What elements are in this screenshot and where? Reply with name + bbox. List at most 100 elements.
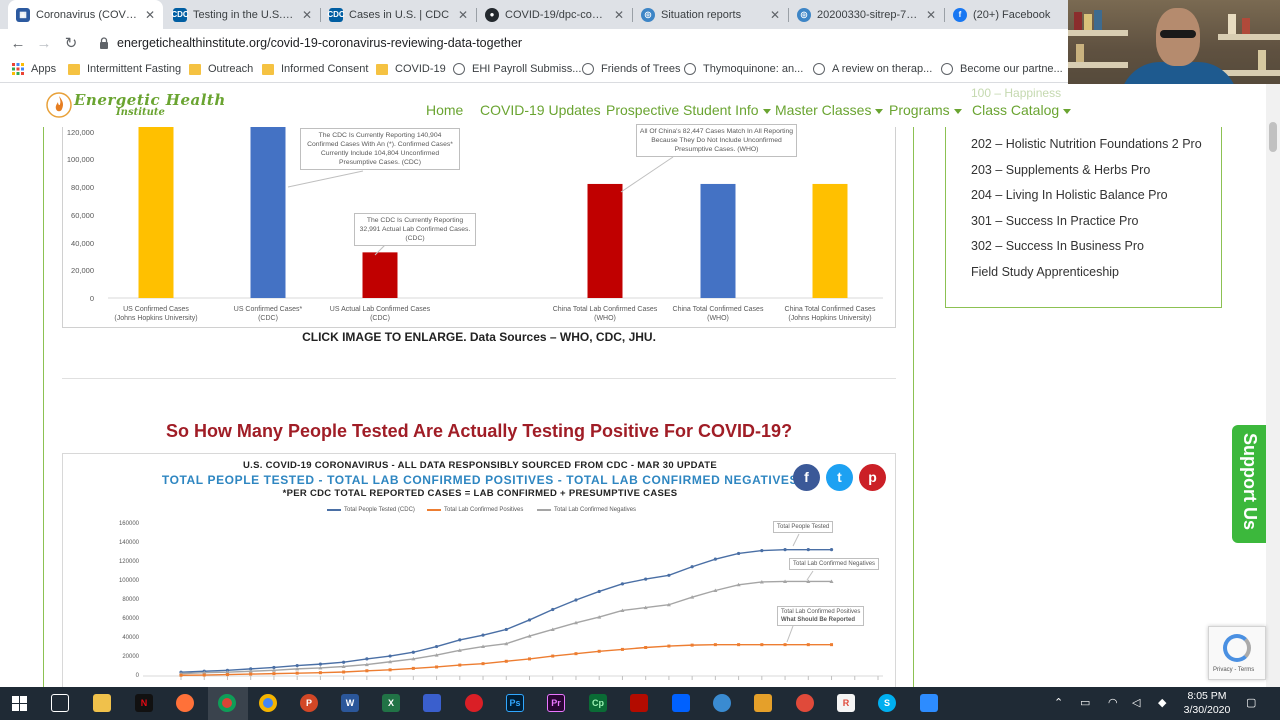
browser-tab-5[interactable]: ◎ 20200330-sitrep-70-co ✕ bbox=[789, 0, 944, 29]
sidebar-item-202[interactable]: 202 – Holistic Nutrition Foundations 2 P… bbox=[971, 137, 1202, 151]
dropbox-icon[interactable] bbox=[672, 694, 690, 712]
bookmark-informed-consent[interactable]: Informed Consent bbox=[262, 63, 368, 75]
nav-home[interactable]: Home bbox=[426, 102, 463, 118]
sidebar-item-faded[interactable]: 100 – Happiness bbox=[971, 86, 1061, 100]
close-tab-icon[interactable]: ✕ bbox=[302, 8, 312, 22]
support-us-button[interactable]: Support Us bbox=[1232, 425, 1266, 543]
volume-icon[interactable]: ◁ bbox=[1132, 696, 1140, 709]
x-category-label: China Total Confirmed Cases (Johns Hopki… bbox=[775, 305, 885, 323]
close-tab-icon[interactable]: ✕ bbox=[145, 8, 155, 22]
chrome-icon[interactable] bbox=[218, 694, 236, 712]
bar bbox=[812, 183, 848, 298]
close-tab-icon[interactable]: ✕ bbox=[926, 8, 936, 22]
data-point bbox=[829, 548, 834, 552]
app-icon[interactable] bbox=[796, 694, 814, 712]
bookmark-become-partner[interactable]: Become our partne... bbox=[941, 63, 1063, 75]
forward-arrow-icon[interactable]: → bbox=[34, 34, 54, 54]
bookmark-outreach[interactable]: Outreach bbox=[189, 63, 253, 75]
close-tab-icon[interactable]: ✕ bbox=[770, 8, 780, 22]
creative-cloud-icon[interactable] bbox=[465, 694, 483, 712]
browser-tab-1[interactable]: CDC Testing in the U.S. | CD ✕ bbox=[165, 0, 320, 29]
chevron-up-icon[interactable]: ⌃ bbox=[1054, 696, 1063, 709]
netflix-icon[interactable]: N bbox=[135, 694, 153, 712]
bookmark-label: Informed Consent bbox=[281, 63, 369, 75]
tab-title: 20200330-sitrep-70-co bbox=[817, 8, 920, 21]
nav-covid-updates[interactable]: COVID-19 Updates bbox=[480, 102, 601, 118]
word-icon[interactable]: W bbox=[341, 694, 359, 712]
who-icon: ◎ bbox=[641, 7, 655, 22]
bookmark-apps[interactable]: Apps bbox=[12, 63, 56, 75]
section-heading: So How Many People Tested Are Actually T… bbox=[165, 421, 793, 441]
annotation-pointer bbox=[786, 625, 794, 643]
app-icon[interactable] bbox=[423, 694, 441, 712]
app-icon[interactable]: R bbox=[837, 694, 855, 712]
sidebar-item-302[interactable]: 302 – Success In Business Pro bbox=[971, 239, 1144, 253]
captivate-icon[interactable]: Cp bbox=[589, 694, 607, 712]
back-arrow-icon[interactable]: ← bbox=[8, 34, 28, 54]
line-chart-image[interactable]: U.S. COVID-19 CORONAVIRUS - ALL DATA RES… bbox=[62, 453, 896, 693]
file-explorer-icon[interactable] bbox=[93, 694, 111, 712]
chrome-icon[interactable] bbox=[259, 694, 277, 712]
y-tick-label: 80,000 bbox=[71, 183, 94, 192]
close-tab-icon[interactable]: ✕ bbox=[458, 8, 468, 22]
browser-tab-0[interactable]: ▦ Coronavirus (COVID-19 ✕ bbox=[8, 0, 163, 29]
skype-icon[interactable]: S bbox=[878, 694, 896, 712]
bookmark-thymoquinone[interactable]: Thymoquinone: an... bbox=[684, 63, 803, 75]
chart-callout: All Of China's 82,447 Cases Match In All… bbox=[636, 124, 797, 157]
browser-tab-6[interactable]: f (20+) Facebook bbox=[945, 0, 1067, 29]
nav-programs[interactable]: Programs bbox=[889, 102, 962, 118]
sidebar-item-203[interactable]: 203 – Supplements & Herbs Pro bbox=[971, 163, 1150, 177]
powerpoint-icon[interactable]: P bbox=[300, 694, 318, 712]
data-point bbox=[690, 643, 694, 647]
excel-icon[interactable]: X bbox=[382, 694, 400, 712]
data-point bbox=[783, 643, 787, 647]
bookmark-intermittent-fasting[interactable]: Intermittent Fasting bbox=[68, 63, 181, 75]
page-scrollbar[interactable] bbox=[1266, 84, 1280, 687]
recaptcha-badge[interactable]: Privacy - Terms bbox=[1208, 626, 1266, 680]
browser-tab-4[interactable]: ◎ Situation reports ✕ bbox=[633, 0, 788, 29]
nav-prospective-student[interactable]: Prospective Student Info bbox=[606, 102, 771, 118]
dropbox-tray-icon[interactable]: ◆ bbox=[1158, 696, 1166, 709]
recaptcha-links[interactable]: Privacy - Terms bbox=[1213, 667, 1254, 673]
line-chart-plot bbox=[143, 533, 883, 680]
windows-start-icon[interactable] bbox=[12, 696, 27, 711]
sidebar-item-field-study[interactable]: Field Study Apprenticeship bbox=[971, 265, 1119, 279]
bookmark-covid-19[interactable]: COVID-19 bbox=[376, 63, 446, 75]
notification-icon[interactable]: ▢ bbox=[1246, 696, 1256, 709]
app-icon[interactable] bbox=[713, 694, 731, 712]
task-view-icon[interactable] bbox=[51, 694, 69, 712]
flame-logo-icon[interactable] bbox=[46, 92, 72, 118]
tab-title: (20+) Facebook bbox=[973, 8, 1051, 21]
system-clock[interactable]: 8:05 PM 3/30/2020 bbox=[1180, 689, 1234, 717]
acrobat-icon[interactable] bbox=[630, 694, 648, 712]
browser-tab-2[interactable]: CDC Cases in U.S. | CDC ✕ bbox=[321, 0, 476, 29]
bookmark-review-therapy[interactable]: A review on therap... bbox=[813, 63, 932, 75]
battery-icon[interactable]: ▭ bbox=[1080, 696, 1090, 709]
chart-callout: The CDC Is Currently Reporting 140,904 C… bbox=[300, 128, 460, 170]
zoom-icon[interactable] bbox=[920, 694, 938, 712]
data-point bbox=[597, 589, 601, 594]
sidebar-item-301[interactable]: 301 – Success In Practice Pro bbox=[971, 214, 1138, 228]
close-tab-icon[interactable]: ✕ bbox=[614, 8, 624, 22]
firefox-icon[interactable] bbox=[176, 694, 194, 712]
data-point bbox=[411, 666, 415, 670]
globe-icon bbox=[813, 63, 825, 75]
reload-icon[interactable]: ↻ bbox=[61, 34, 81, 54]
sidebar-item-204[interactable]: 204 – Living In Holistic Balance Pro bbox=[971, 188, 1168, 202]
nav-master-classes[interactable]: Master Classes bbox=[775, 102, 884, 118]
bar-chart-image[interactable]: 120,000 100,000 80,000 60,000 40,000 20,… bbox=[62, 124, 896, 328]
nav-class-catalog[interactable]: Class Catalog bbox=[972, 102, 1072, 118]
bar bbox=[700, 183, 736, 298]
wifi-icon[interactable]: ◠ bbox=[1108, 696, 1118, 709]
address-bar[interactable]: energetichealthinstitute.org/covid-19-co… bbox=[117, 36, 522, 50]
app-icon[interactable] bbox=[754, 694, 772, 712]
bookmark-friends-of-trees[interactable]: Friends of Trees bbox=[582, 63, 680, 75]
scrollbar-thumb[interactable] bbox=[1269, 122, 1277, 152]
bookmark-ehi-payroll[interactable]: EHI Payroll Submiss... bbox=[453, 63, 581, 75]
premiere-icon[interactable]: Pr bbox=[547, 694, 565, 712]
x-category-label: US Actual Lab Confirmed Cases (CDC) bbox=[325, 305, 435, 323]
browser-tab-3[interactable]: ● COVID-19/dpc-covid19 ✕ bbox=[477, 0, 632, 29]
photoshop-icon[interactable]: Ps bbox=[506, 694, 524, 712]
book bbox=[1074, 12, 1082, 30]
data-point bbox=[551, 607, 555, 612]
